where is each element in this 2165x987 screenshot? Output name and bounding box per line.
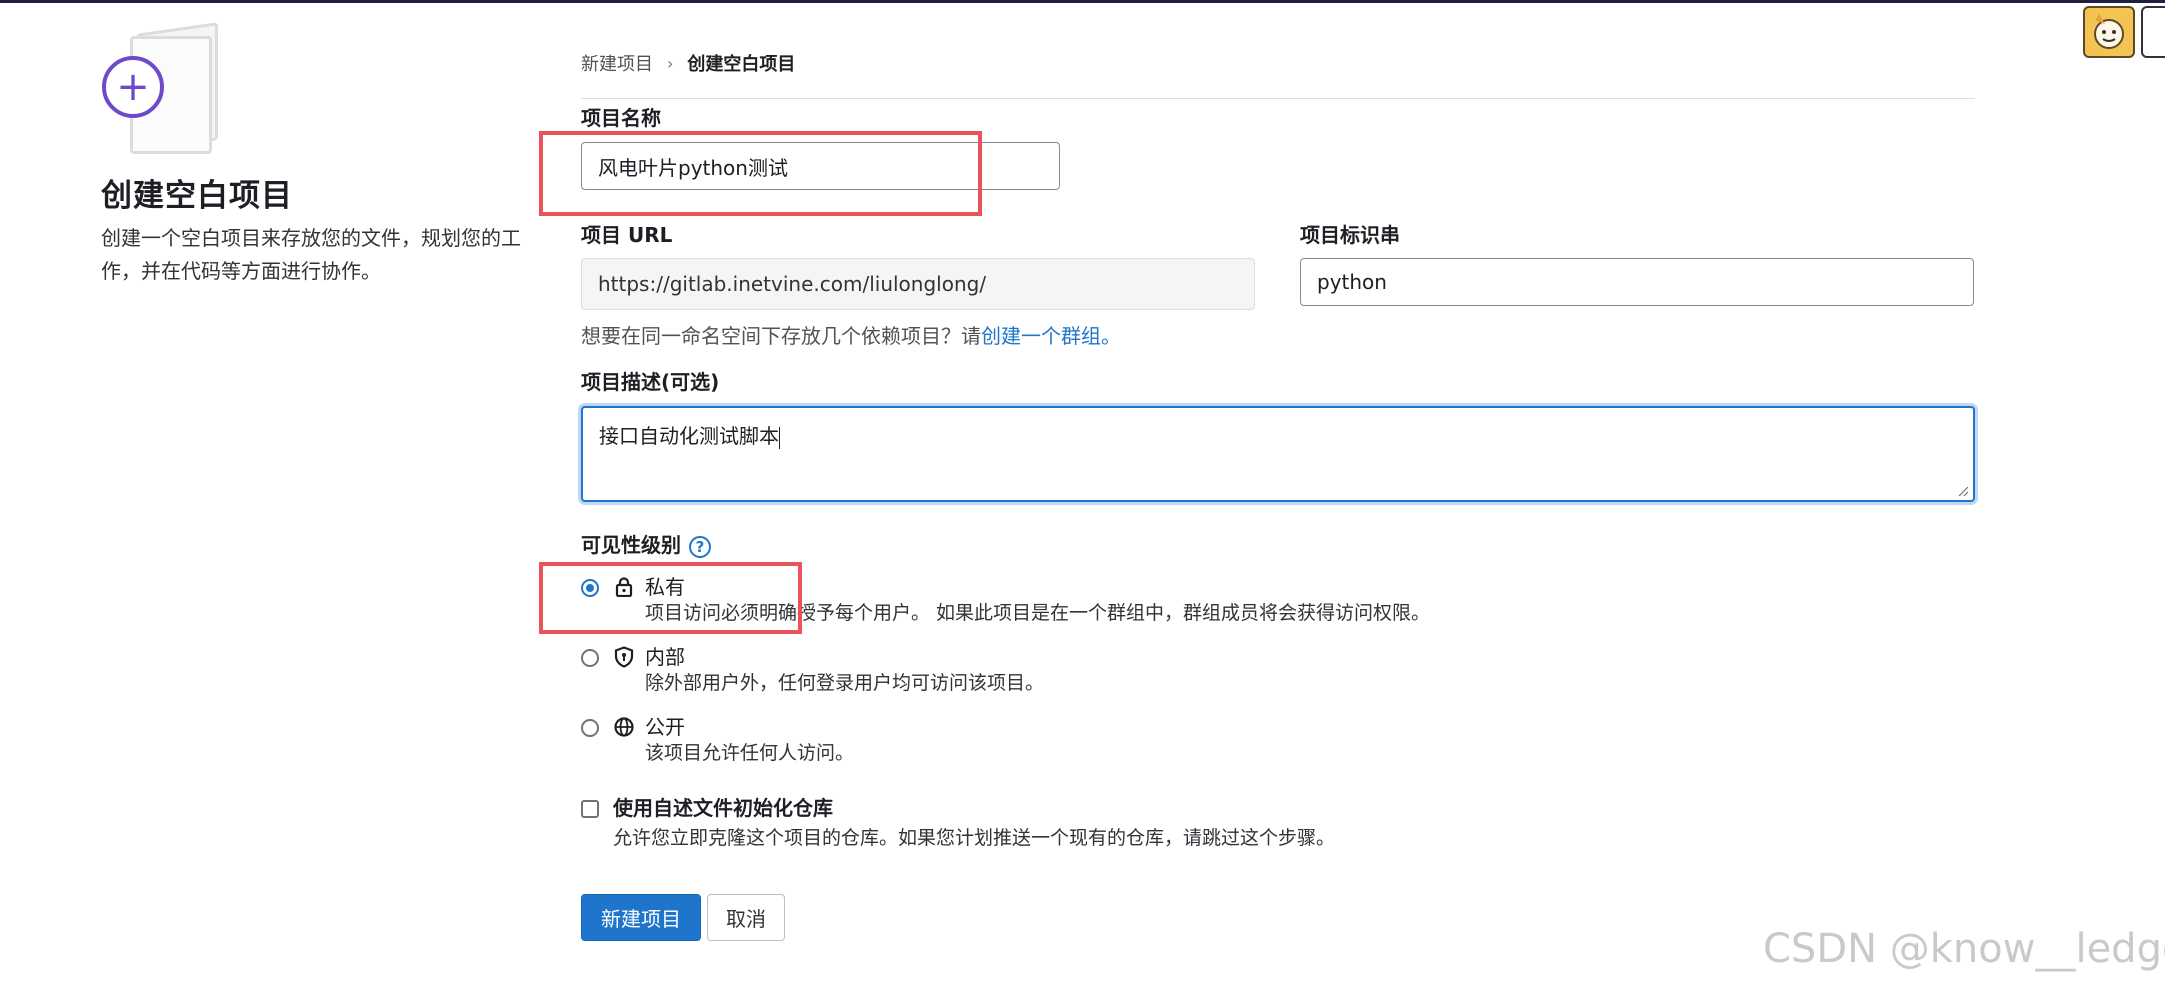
secondary-avatar[interactable] [2141,6,2165,58]
description-label: 项目描述(可选) [581,370,720,394]
create-group-link[interactable]: 创建一个群组。 [981,324,1121,348]
project-url-field[interactable]: https://gitlab.inetvine.com/liulonglong/ [581,258,1255,310]
project-url-label-text: 项目 URL [581,223,673,247]
project-slug-input[interactable]: python [1300,258,1974,306]
project-url-value: https://gitlab.inetvine.com/liulonglong/ [598,272,987,296]
watermark: CSDN @know__ledge [1763,926,2165,972]
breadcrumb: 新建项目 › 创建空白项目 [581,50,795,76]
visibility-public-desc: 该项目允许任何人访问。 [645,742,855,764]
visibility-option-internal[interactable]: 内部 除外部用户外，任何登录用户均可访问该项目。 [581,644,1044,696]
group-help-prefix: 想要在同一命名空间下存放几个依赖项目？请 [581,324,981,348]
radio-internal[interactable] [581,649,599,667]
annotation-box-visibility [539,562,802,634]
readme-desc: 允许您立即克隆这个项目的仓库。如果您计划推送一个现有的仓库，请跳过这个步骤。 [613,827,1336,849]
visibility-label: 可见性级别? [581,529,711,558]
project-slug-label: 项目标识串 [1300,223,1400,247]
visibility-option-public[interactable]: 公开 该项目允许任何人访问。 [581,714,854,766]
help-icon[interactable]: ? [689,535,711,558]
text-caret [779,426,780,449]
divider [581,98,1975,99]
chevron-right-icon: › [667,53,674,73]
user-avatar[interactable] [2083,6,2135,58]
breadcrumb-current: 创建空白项目 [687,54,796,75]
create-project-button[interactable]: 新建项目 [581,894,701,941]
group-help-text: 想要在同一命名空间下存放几个依赖项目？请创建一个群组。 [581,320,1121,349]
radio-public[interactable] [581,719,599,737]
description-value: 接口自动化测试脚本 [599,424,779,448]
description-textarea[interactable]: 接口自动化测试脚本 [581,406,1975,502]
readme-title: 使用自述文件初始化仓库 [613,796,833,820]
readme-option[interactable]: 使用自述文件初始化仓库 允许您立即克隆这个项目的仓库。如果您计划推送一个现有的仓… [581,795,1335,851]
shield-icon [613,646,635,668]
resize-handle-icon[interactable] [1957,485,1969,497]
plus-icon: + [102,56,164,118]
visibility-internal-title: 内部 [645,645,685,669]
project-url-label: 项目 URL [581,219,672,248]
visibility-internal-desc: 除外部用户外，任何登录用户均可访问该项目。 [645,672,1045,694]
globe-icon [613,716,635,738]
readme-checkbox[interactable] [581,800,599,818]
page-description: 创建一个空白项目来存放您的文件，规划您的工作，并在代码等方面进行协作。 [101,226,521,283]
project-slug-value: python [1317,270,1387,294]
new-project-illustration: + [100,22,230,154]
annotation-box-project-name [539,131,982,216]
visibility-label-text: 可见性级别 [581,533,681,557]
project-name-label: 项目名称 [581,106,661,130]
top-bar [0,0,2165,3]
breadcrumb-new-project[interactable]: 新建项目 [581,50,653,76]
page-title: 创建空白项目 [101,178,293,214]
cancel-button[interactable]: 取消 [707,894,785,941]
visibility-public-title: 公开 [645,715,685,739]
